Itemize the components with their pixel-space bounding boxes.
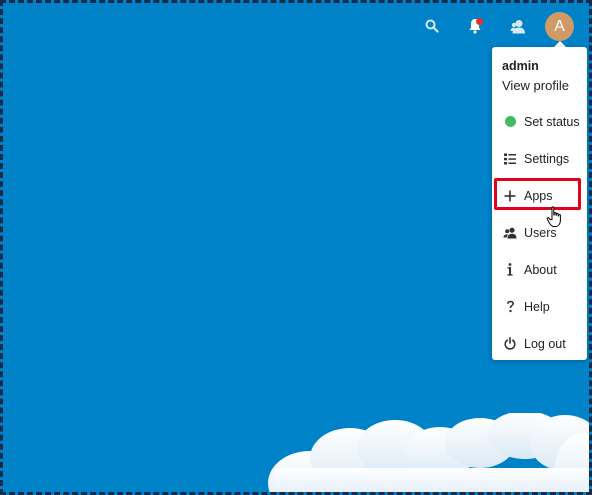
desktop-background: A admin View profile Set status Settings… bbox=[0, 0, 592, 495]
user-avatar-button[interactable]: A bbox=[545, 12, 574, 41]
menu-item-about[interactable]: About bbox=[492, 251, 587, 288]
view-profile-label: View profile bbox=[502, 78, 569, 93]
clouds-image bbox=[268, 413, 589, 492]
help-icon bbox=[506, 300, 514, 313]
menu-item-help[interactable]: Help bbox=[492, 288, 587, 325]
notifications-button[interactable] bbox=[462, 13, 488, 39]
notification-badge bbox=[476, 18, 483, 25]
user-menu: admin View profile Set status Settings A… bbox=[492, 47, 587, 360]
power-icon bbox=[504, 337, 516, 350]
view-profile-link[interactable]: admin View profile bbox=[492, 47, 587, 103]
menu-username: admin bbox=[502, 59, 539, 73]
menu-item-settings[interactable]: Settings bbox=[492, 140, 587, 177]
menu-item-label: Set status bbox=[524, 114, 580, 129]
status-dot-icon bbox=[504, 116, 516, 127]
menu-item-label: Settings bbox=[524, 151, 570, 166]
avatar-initial: A bbox=[554, 17, 565, 35]
menu-item-label: Help bbox=[524, 299, 550, 314]
hand-cursor-icon bbox=[546, 206, 561, 227]
menu-item-set-status[interactable]: Set status bbox=[492, 103, 587, 140]
menu-item-apps[interactable]: Apps bbox=[492, 177, 587, 214]
menu-item-label: Log out bbox=[524, 336, 566, 351]
info-icon bbox=[507, 263, 513, 276]
settings-list-icon bbox=[504, 153, 516, 164]
menu-item-log-out[interactable]: Log out bbox=[492, 325, 587, 362]
search-button[interactable] bbox=[419, 13, 445, 39]
search-icon bbox=[425, 19, 439, 33]
menu-item-label: Apps bbox=[524, 188, 553, 203]
contacts-button[interactable] bbox=[505, 13, 531, 39]
menu-item-label: About bbox=[524, 262, 557, 277]
plus-icon bbox=[504, 190, 516, 201]
users-icon bbox=[503, 227, 517, 238]
menu-item-users[interactable]: Users bbox=[492, 214, 587, 251]
contacts-icon bbox=[510, 19, 525, 33]
